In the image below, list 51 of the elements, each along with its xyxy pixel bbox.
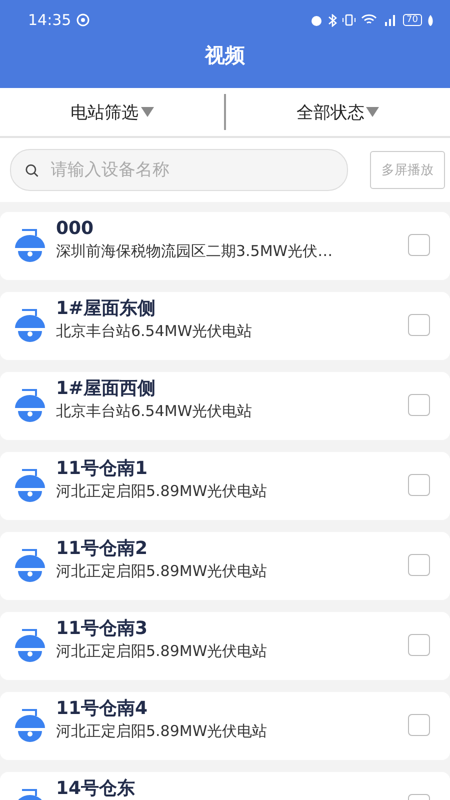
filter-dropdown[interactable]: 电站筛选: [0, 100, 224, 124]
camera-icon: [12, 626, 48, 664]
device-name: 1#屋面西侧: [56, 378, 157, 399]
page-title: 视频: [204, 42, 246, 69]
device-name: 11号仓南3: [56, 618, 149, 639]
station-name: 北京丰台站6.54MW光伏电站: [56, 402, 254, 421]
camera-icon: [12, 466, 48, 504]
station-name: 河北正定启阳5.89MW光伏电站: [56, 482, 268, 501]
camera-icon: [12, 226, 48, 264]
checkbox[interactable]: [408, 234, 430, 256]
status-time: 14:35: [28, 11, 72, 29]
wifi-icon: [360, 14, 377, 26]
device-card[interactable]: 000 深圳前海保税物流园区二期3.5MW光伏…: [0, 212, 450, 280]
device-card[interactable]: 11号仓南4 河北正定启阳5.89MW光伏电站: [0, 692, 450, 760]
device-name: 1#屋面东侧: [56, 298, 157, 319]
checkbox[interactable]: [408, 554, 430, 576]
caret-icon: [366, 107, 380, 117]
checkbox[interactable]: [408, 314, 430, 336]
filter-dropdown[interactable]: 全部状态: [226, 100, 450, 124]
checkbox[interactable]: [408, 634, 430, 656]
device-card[interactable]: 11号仓南2 河北正定启阳5.89MW光伏电站: [0, 532, 450, 600]
checkbox[interactable]: [408, 394, 430, 416]
device-name: 11号仓南2: [56, 538, 149, 559]
camera-icon: [12, 546, 48, 584]
bluetooth-icon: [328, 14, 337, 26]
device-name: 11号仓南4: [56, 698, 149, 719]
vibrate-icon: [342, 14, 356, 26]
station-name: 深圳前海保税物流园区二期3.5MW光伏…: [56, 242, 334, 261]
device-card[interactable]: 1#屋面东侧 北京丰台站6.54MW光伏电站: [0, 292, 450, 360]
device-name: 14号仓东: [56, 778, 136, 799]
station-name: 河北正定启阳5.89MW光伏电站: [56, 642, 268, 661]
battery-indicator: 70: [402, 14, 422, 26]
checkbox[interactable]: [408, 474, 430, 496]
search-input[interactable]: 请输入设备名称: [48, 159, 333, 181]
caret-icon: [140, 107, 154, 117]
device-card[interactable]: 11号仓南1 河北正定启阳5.89MW光伏电站: [0, 452, 450, 520]
camera-icon: [12, 306, 48, 344]
station-name: 河北正定启阳5.89MW光伏电站: [56, 562, 268, 581]
device-card[interactable]: 1#屋面西侧 北京丰台站6.54MW光伏电站: [0, 372, 450, 440]
camera-icon: [12, 386, 48, 424]
search-icon: [25, 162, 39, 178]
station-name: 河北正定启阳5.89MW光伏电站: [56, 722, 268, 741]
station-name: 北京丰台站6.54MW光伏电站: [56, 322, 254, 341]
device-name: 000: [56, 218, 95, 239]
device-card[interactable]: 14号仓东: [0, 772, 450, 800]
camera-icon: [12, 706, 48, 744]
checkbox[interactable]: [408, 714, 430, 736]
search-field[interactable]: 请输入设备名称: [10, 149, 348, 191]
device-card[interactable]: 11号仓南3 河北正定启阳5.89MW光伏电站: [0, 612, 450, 680]
notification-icon: [76, 13, 90, 27]
device-name: 11号仓南1: [56, 458, 149, 479]
